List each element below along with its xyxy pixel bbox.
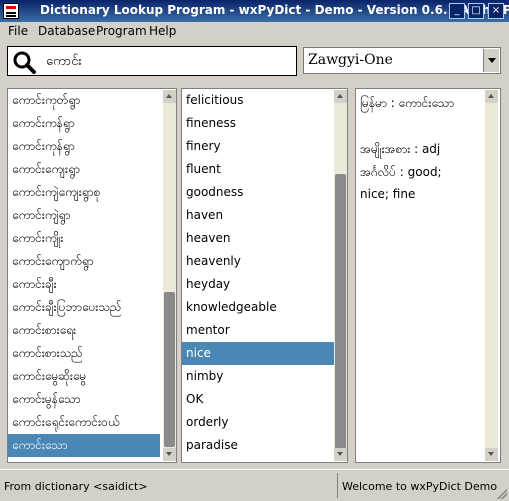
list-item[interactable]: heavenly — [182, 250, 334, 273]
chevron-down-icon[interactable] — [483, 49, 499, 72]
list-item[interactable]: fluent — [182, 158, 334, 181]
list-item[interactable]: felicitious — [182, 89, 334, 112]
list-item[interactable]: ကောင်းကန်ရွာ — [8, 112, 160, 135]
status-bar: From dictionary <saidict> Welcome to wxP… — [0, 469, 509, 501]
search-input[interactable]: ကောင်း — [7, 46, 297, 76]
list-item[interactable]: OK — [182, 388, 334, 411]
scroll-thumb[interactable] — [335, 174, 346, 449]
detail-english-label: အင်္ဂလိပ် : good; — [360, 165, 442, 179]
right-scrollbar[interactable] — [485, 90, 498, 461]
list-item[interactable]: paradise — [182, 434, 334, 457]
close-button[interactable]: × — [488, 3, 504, 19]
middle-scrollbar[interactable] — [334, 90, 347, 461]
list-item[interactable]: fineness — [182, 112, 334, 135]
list-item[interactable]: ကောင်းကျေးရွာ — [8, 158, 160, 181]
english-word-list[interactable]: felicitious fineness finery fluent goodness h… — [181, 88, 348, 463]
list-item[interactable]: knowledgeable — [182, 296, 334, 319]
menu-help[interactable]: Help — [149, 24, 176, 38]
list-item[interactable]: ကောင်းကုတ်ရွာ — [8, 89, 160, 112]
list-item[interactable]: ကောင်းချီး — [8, 273, 160, 296]
maximize-button[interactable]: □ — [468, 3, 484, 19]
list-item[interactable]: heyday — [182, 273, 334, 296]
font-select-value: Zawgyi-One — [308, 52, 393, 68]
list-item[interactable]: heaven — [182, 227, 334, 250]
scroll-thumb[interactable] — [164, 292, 175, 447]
status-divider — [337, 473, 338, 498]
detail-burmese: မြန်မာ : ကောင်းသော — [360, 96, 455, 110]
search-icon — [13, 51, 36, 74]
list-item[interactable]: ကောင်းချီးပြဘာပေးသည် — [8, 296, 160, 319]
list-item[interactable]: nimby — [182, 365, 334, 388]
font-select[interactable]: Zawgyi-One — [303, 47, 501, 74]
list-item[interactable]: ကောင်းကျဲကျေးရွာစု — [8, 181, 160, 204]
window-title: Dictionary Lookup Program - wxPyDict - D… — [40, 3, 509, 17]
list-item[interactable]: ကောင်းကျိုး — [8, 227, 160, 250]
detail-english-meanings: nice; fine — [360, 187, 416, 201]
title-bar: Dictionary Lookup Program - wxPyDict - D… — [0, 0, 509, 22]
left-scrollbar[interactable] — [163, 90, 176, 461]
list-item[interactable]: orderly — [182, 411, 334, 434]
list-item[interactable]: haven — [182, 204, 334, 227]
resize-grip-icon[interactable] — [497, 489, 507, 499]
list-item[interactable]: ကောင်းရေုင်းကောင်းဝယ် — [8, 411, 160, 434]
scroll-up-arrow-icon[interactable] — [334, 90, 347, 103]
menu-database[interactable]: Database — [38, 24, 95, 38]
list-item[interactable]: goodness — [182, 181, 334, 204]
detail-part-of-speech: အမျိုးအစား : adj — [360, 142, 441, 156]
list-item[interactable]: ကောင်းကျောက်ရွာ — [8, 250, 160, 273]
menu-program[interactable]: Program — [96, 24, 147, 38]
menu-bar: File Database Program Help — [0, 22, 509, 40]
status-dictionary: From dictionary <saidict> — [4, 480, 148, 493]
list-item[interactable]: ကောင်းကုန်ရွာ — [8, 135, 160, 158]
myanmar-word-list[interactable]: ကောင်းကုတ်ရွာ ကောင်းကန်ရွာ ကောင်းကုန်ရွာ ကေ… — [7, 88, 177, 463]
scroll-up-arrow-icon[interactable] — [163, 90, 176, 103]
search-value: ကောင်း — [46, 54, 82, 69]
app-icon[interactable] — [3, 3, 19, 19]
scroll-down-arrow-icon[interactable] — [163, 448, 176, 461]
definition-panel: မြန်မာ : ကောင်းသော အမျိုးအစား : adj အင်္… — [355, 88, 501, 463]
list-item[interactable]: ကောင်းသော — [8, 434, 160, 457]
list-item[interactable]: ကောင်းမွေဆိုးမွေ — [8, 365, 160, 388]
scroll-down-arrow-icon[interactable] — [485, 448, 498, 461]
minimize-button[interactable]: _ — [449, 3, 465, 19]
scroll-up-arrow-icon[interactable] — [485, 90, 498, 103]
list-item[interactable]: ကောင်းစားရေး — [8, 319, 160, 342]
list-item[interactable]: finery — [182, 135, 334, 158]
list-item[interactable]: mentor — [182, 319, 334, 342]
status-message: Welcome to wxPyDict Demo — [342, 480, 498, 493]
list-item[interactable]: ကောင်းမွန်သော — [8, 388, 160, 411]
list-item[interactable]: ကောင်းစားသည် — [8, 342, 160, 365]
list-item[interactable]: nice — [182, 342, 334, 365]
menu-file[interactable]: File — [8, 24, 28, 38]
scroll-down-arrow-icon[interactable] — [334, 448, 347, 461]
list-item[interactable]: ကောင်းကျဲရွာ — [8, 204, 160, 227]
